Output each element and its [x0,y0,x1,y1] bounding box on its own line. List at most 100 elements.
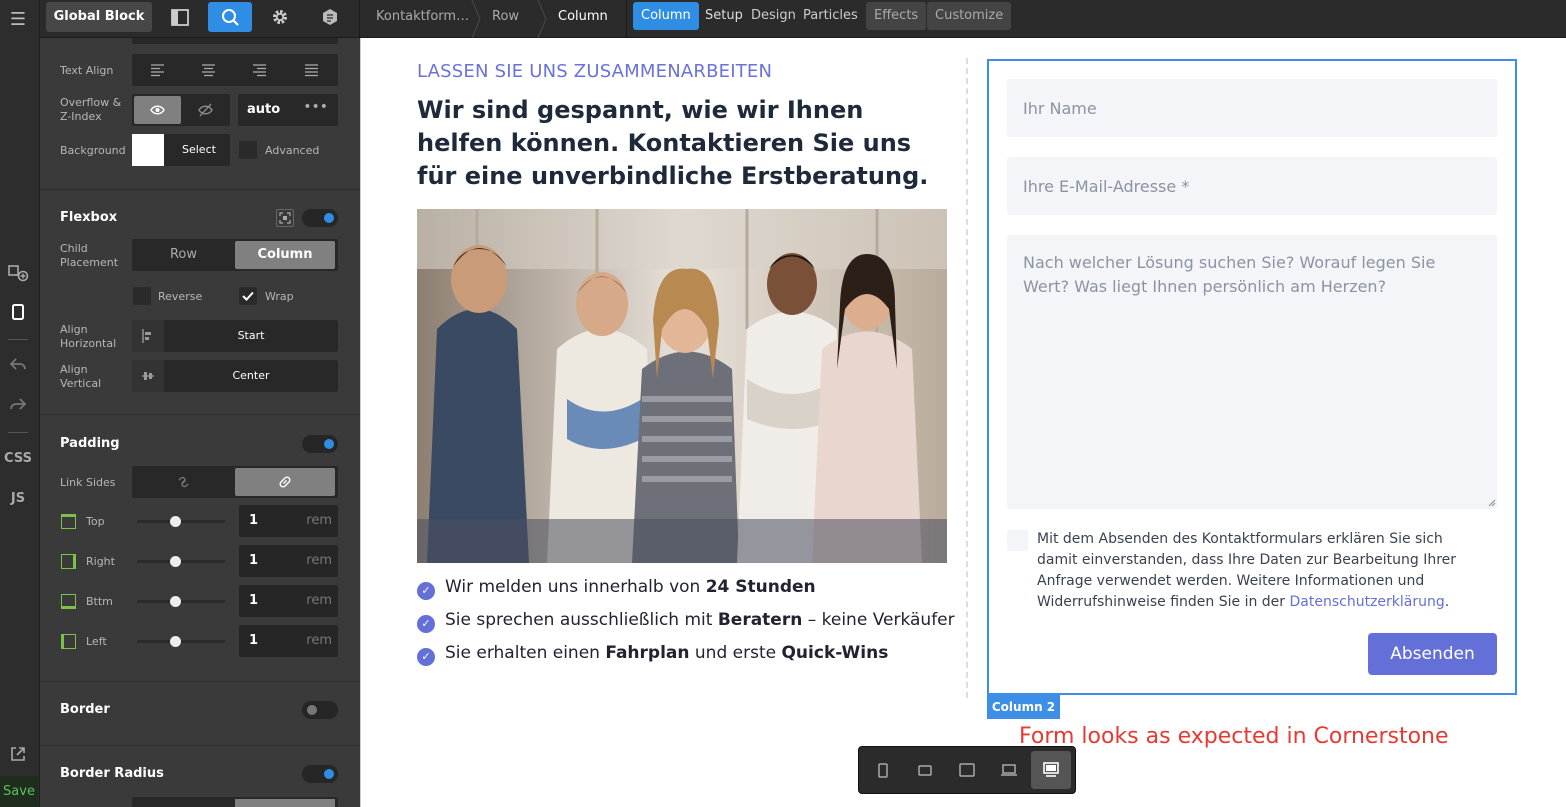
text-align-control [132,54,338,86]
padding-left-slider-handle[interactable] [170,636,181,647]
benefit-item: ✓ Wir melden uns innerhalb von 24 Stunden [417,577,816,601]
padding-right-slider[interactable] [137,560,225,563]
save-button[interactable]: Save [0,776,38,807]
js-button[interactable]: JS [0,491,36,506]
breadcrumb-item[interactable]: Row 1 [492,0,519,58]
z-index-value: auto [247,102,281,117]
preview-canvas: LASSEN SIE UNS ZUSAMMENARBEITEN Wir sind… [360,38,1566,807]
resize-handle-icon[interactable] [1486,497,1496,507]
top-bar: Global Block Kontaktform… Row 1 Column 2… [40,0,1566,58]
consent-checkbox[interactable] [1007,530,1028,551]
add-element-icon[interactable] [0,262,36,286]
padding-title: Padding [60,436,120,451]
desktop-icon[interactable] [1031,751,1071,789]
text-align-label: Text Align [60,64,114,77]
benefit-item: ✓ Sie sprechen ausschließlich mit Berater… [417,610,955,634]
padding-left-slider[interactable] [137,640,225,643]
focus-icon[interactable] [276,209,294,227]
phone-portrait-icon[interactable] [863,751,903,789]
undo-icon[interactable] [0,356,36,376]
tab-effects[interactable]: Effects [866,2,927,30]
unlink-icon[interactable] [132,466,235,498]
border-radius-control[interactable] [132,797,338,807]
link-icon[interactable] [235,468,335,496]
menu-icon[interactable]: ☰ [0,9,36,30]
background-control[interactable]: Select [132,134,230,166]
exit-icon[interactable] [0,745,36,767]
padding-bottom-slider[interactable] [137,600,225,603]
align-horizontal-label: Align Horizontal [60,323,117,350]
team-photo [417,209,947,563]
padding-left-input[interactable]: 1 rem [239,625,338,657]
column-label[interactable]: Column 2 [987,695,1060,719]
tool-rail: ☰ CSS JS Save [0,0,40,807]
align-start-icon [132,320,164,352]
padding-top-slider-handle[interactable] [170,516,181,527]
device-switcher [858,746,1076,794]
border-radius-toggle[interactable] [302,765,338,783]
row-option[interactable]: Row [132,239,235,271]
tab-particles[interactable]: Particles [795,2,866,30]
align-vertical-control[interactable]: Center [132,360,338,392]
padding-top-input[interactable]: 1 rem [239,505,338,537]
padding-top-icon [61,514,76,529]
submit-button[interactable]: Absenden [1368,633,1497,675]
redo-icon[interactable] [0,396,36,416]
tab-customize[interactable]: Customize [927,2,1012,30]
padding-right-input[interactable]: 1 rem [239,545,338,577]
reverse-checkbox[interactable] [133,287,151,305]
flexbox-toggle[interactable] [302,209,338,227]
align-horizontal-control[interactable]: Start [132,320,338,352]
padding-bottom-input[interactable]: 1 rem [239,585,338,617]
tablet-icon[interactable] [947,751,987,789]
column-option[interactable]: Column [235,241,335,269]
align-center-icon[interactable] [183,54,234,86]
laptop-icon[interactable] [989,751,1029,789]
sidebar-toggle-icon[interactable] [168,2,192,32]
breadcrumb-item[interactable]: Kontaktform… [376,0,469,38]
search-icon[interactable] [208,2,252,32]
align-vertical-value: Center [232,369,270,382]
email-field[interactable]: Ihre E-Mail-Adresse * [1007,157,1497,215]
section-eyebrow: LASSEN SIE UNS ZUSAMMENARBEITEN [417,61,773,82]
padding-bottom-label: Bttm [86,595,113,608]
align-center-vertical-icon [132,360,164,392]
check-icon: ✓ [417,648,435,666]
padding-bottom-slider-handle[interactable] [170,596,181,607]
align-right-icon[interactable] [234,54,285,86]
breadcrumb-item-current[interactable]: Column 2 [558,0,608,58]
padding-right-slider-handle[interactable] [170,556,181,567]
padding-top-slider[interactable] [137,520,225,523]
padding-toggle[interactable] [302,435,338,453]
padding-top-label: Top [86,515,105,528]
layers-icon[interactable] [0,303,36,325]
gear-icon[interactable] [268,2,292,32]
padding-right-label: Right [86,555,115,568]
hidden-eye-icon[interactable] [181,94,230,126]
color-swatch[interactable] [132,134,164,166]
overflow-label: Overflow & Z-Index [60,96,122,123]
privacy-link[interactable]: Datenschutzerklärung [1290,594,1445,610]
wrap-checkbox[interactable] [239,287,257,305]
align-justify-icon[interactable] [285,54,338,86]
consent-text: Mit dem Absenden des Kontaktformulars er… [1037,531,1457,610]
name-field[interactable]: Ihr Name [1007,79,1497,137]
visible-eye-icon[interactable] [134,96,181,124]
z-index-field[interactable]: auto ••• [238,94,338,126]
advanced-checkbox[interactable] [239,141,257,159]
align-left-icon[interactable] [132,54,183,86]
css-button[interactable]: CSS [0,451,36,466]
child-placement-label: Child Placement [60,242,119,269]
layout-icon[interactable] [318,2,342,32]
padding-left-label: Left [86,635,107,648]
phone-landscape-icon[interactable] [905,751,945,789]
message-field[interactable]: Nach welcher Lösung suchen Sie? Worauf l… [1007,235,1497,509]
link-sides-control [132,466,338,498]
more-icon[interactable]: ••• [303,99,328,115]
contact-form-column[interactable]: Ihr Name Ihre E-Mail-Adresse * Nach welc… [987,59,1517,695]
border-toggle[interactable] [302,701,338,719]
background-select[interactable]: Select [182,143,216,156]
global-block-button[interactable]: Global Block [46,2,152,32]
tab-column[interactable]: Column [633,2,699,30]
cut-off-control [132,38,338,44]
